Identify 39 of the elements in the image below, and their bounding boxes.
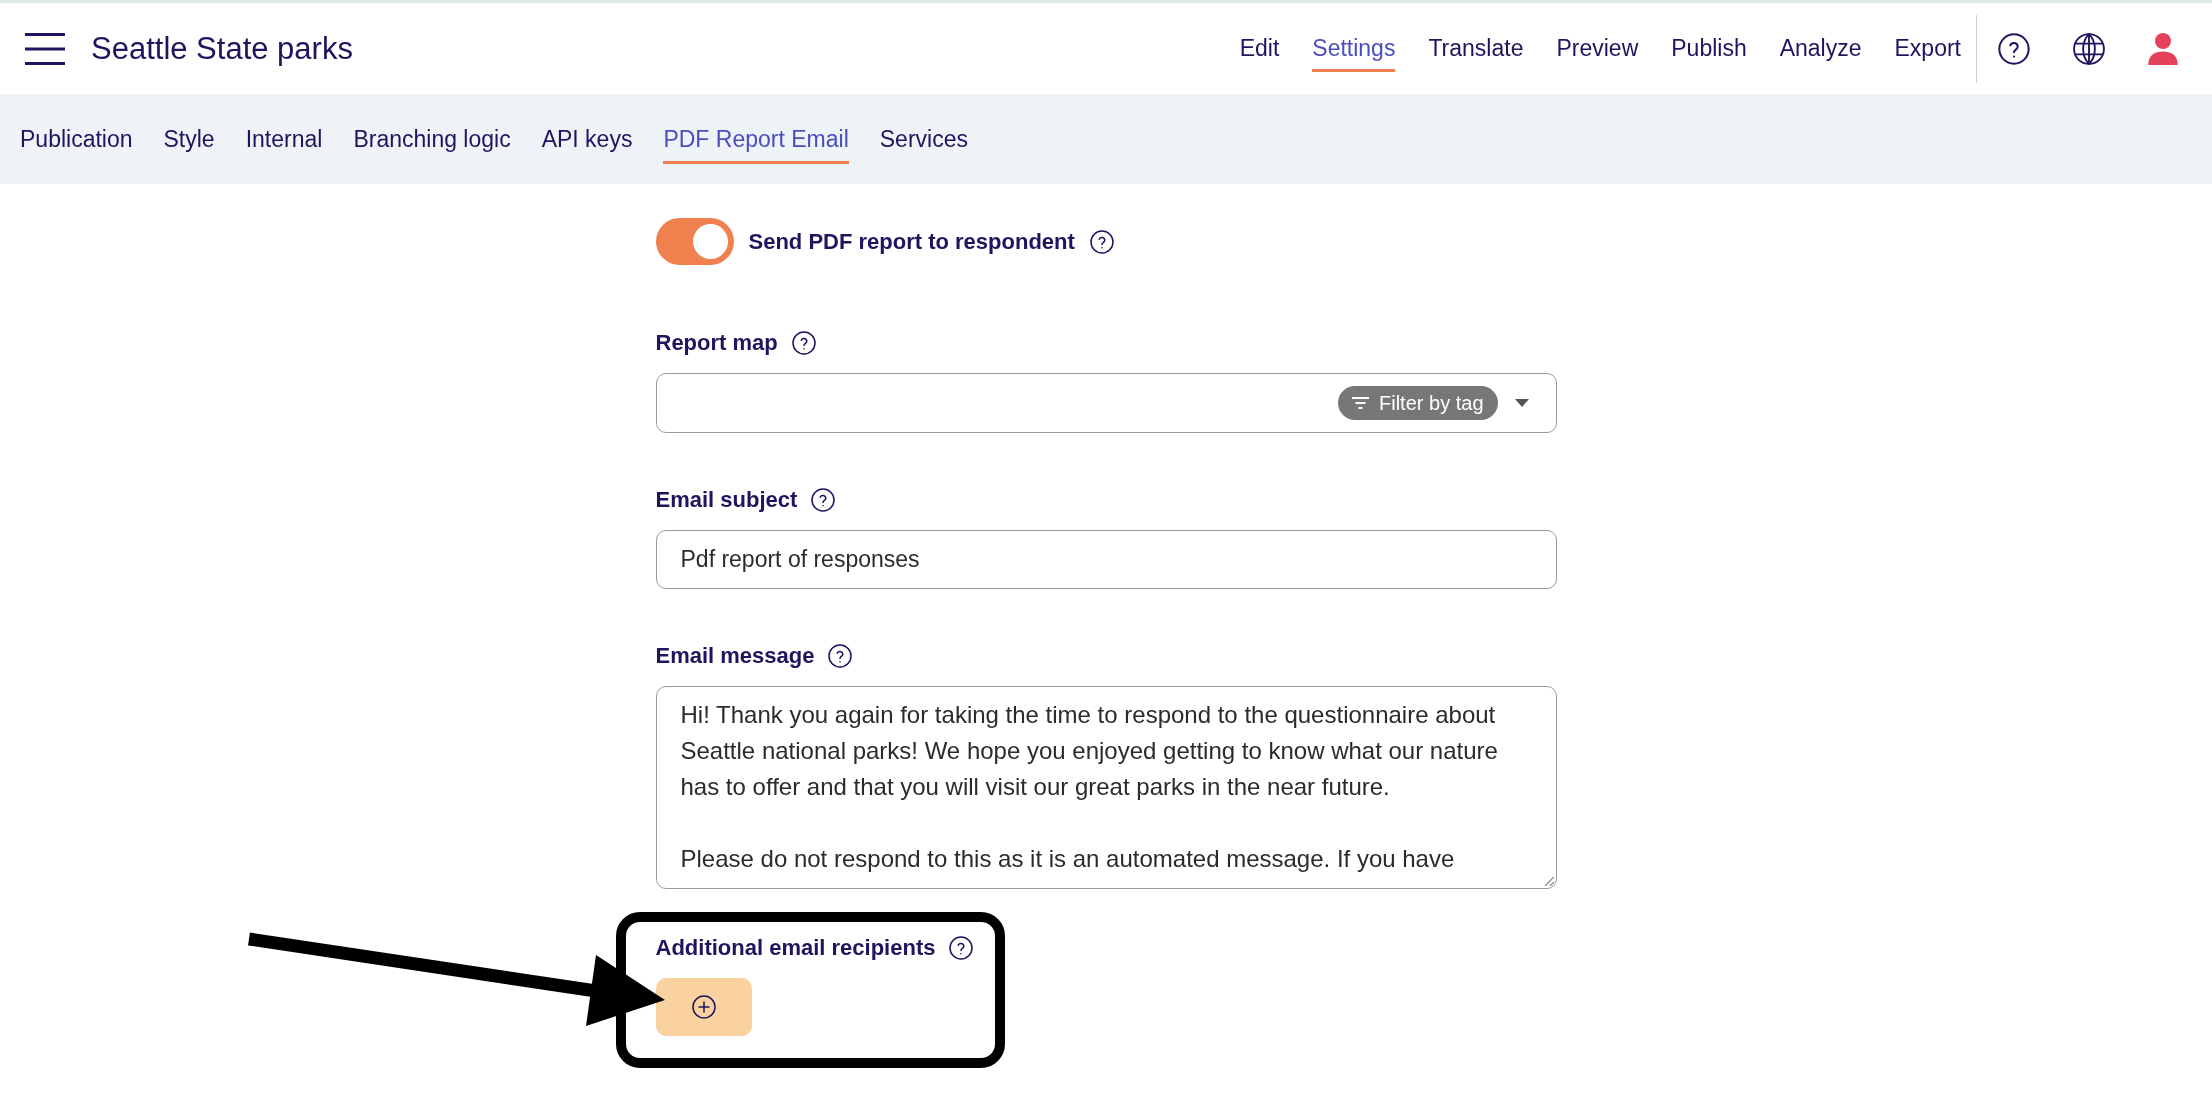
- add-recipient-button[interactable]: [655, 978, 752, 1036]
- top-nav-tab[interactable]: Edit: [1239, 25, 1280, 72]
- help-icon[interactable]: [811, 488, 836, 512]
- menu-icon[interactable]: [25, 32, 65, 65]
- user-icon[interactable]: [2148, 32, 2178, 65]
- toggle-switch[interactable]: [655, 218, 734, 265]
- section-tab[interactable]: Style: [163, 117, 215, 164]
- top-nav-tab[interactable]: Export: [1894, 25, 1961, 72]
- survey-title: Seattle State parks: [91, 30, 353, 67]
- globe-icon[interactable]: [2073, 32, 2105, 65]
- section-tab[interactable]: API keys: [541, 117, 633, 164]
- help-icon[interactable]: [791, 331, 816, 355]
- report-map-select[interactable]: Filter by tag: [655, 373, 1557, 433]
- top-nav-tab[interactable]: Translate: [1428, 25, 1524, 72]
- top-nav-tab[interactable]: Preview: [1556, 25, 1639, 72]
- top-nav-tab[interactable]: Publish: [1671, 25, 1747, 72]
- filter-icon: [1352, 397, 1369, 409]
- section-tab[interactable]: Internal: [245, 117, 323, 164]
- toggle-label: Send PDF report to respondent: [748, 227, 1075, 256]
- plus-circle-icon: [691, 995, 716, 1019]
- section-tab[interactable]: Services: [879, 117, 968, 164]
- field-label: Report map: [655, 329, 778, 357]
- email-subject-field[interactable]: Pdf report of responses: [655, 530, 1557, 589]
- top-nav-tab[interactable]: Analyze: [1779, 25, 1862, 72]
- section-tab[interactable]: Branching logic: [353, 117, 511, 164]
- field-label: Additional email recipients: [655, 934, 936, 962]
- help-icon[interactable]: [949, 936, 974, 960]
- caret-icon[interactable]: [1514, 399, 1529, 407]
- email-message-field[interactable]: Hi! Thank you again for taking the time to respond to the questionnaire about Seattle national parks! We hope you enjoyed getting to know what our nature has to offer and that you will visit our great parks in the near future. Please do not respond to this as it is an automated message. If you have: [655, 686, 1557, 889]
- help-icon[interactable]: [828, 644, 853, 668]
- field-label: Email message: [655, 642, 815, 670]
- help-icon[interactable]: [1998, 32, 2030, 65]
- section-tab[interactable]: Publication: [20, 117, 133, 164]
- help-icon[interactable]: [1089, 229, 1114, 254]
- resize-handle-icon[interactable]: [1543, 876, 1554, 886]
- filter-chip[interactable]: Filter by tag: [1338, 386, 1498, 420]
- field-label: Email subject: [655, 486, 798, 514]
- section-tab[interactable]: PDF Report Email: [663, 117, 849, 164]
- top-nav-tab[interactable]: Settings: [1312, 25, 1396, 72]
